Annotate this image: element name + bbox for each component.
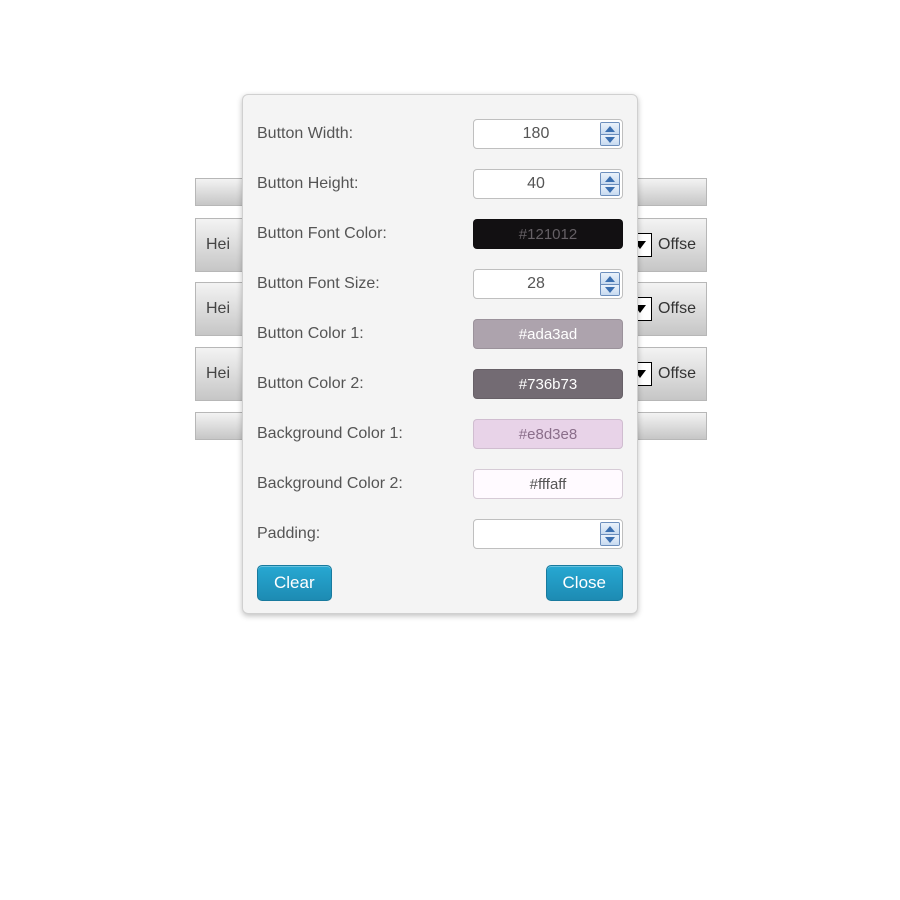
button-color-1-swatch[interactable]: #ada3ad	[473, 319, 623, 349]
spinner-down-icon[interactable]	[601, 284, 619, 295]
background-color-1-label: Background Color 1:	[257, 425, 473, 443]
settings-panel: Button Width: Button Height: Button Font	[242, 94, 638, 614]
spinner-up-icon[interactable]	[601, 123, 619, 134]
background-row-offset-label: Offse	[658, 236, 696, 254]
button-font-size-label: Button Font Size:	[257, 275, 473, 293]
button-height-label: Button Height:	[257, 175, 473, 193]
button-color-2-label: Button Color 2:	[257, 375, 473, 393]
padding-spinner[interactable]	[600, 522, 620, 546]
background-row-offset-label: Offse	[658, 365, 696, 383]
button-font-color-label: Button Font Color:	[257, 225, 473, 243]
button-font-size-spinner[interactable]	[600, 272, 620, 296]
spinner-up-icon[interactable]	[601, 273, 619, 284]
button-height-spinner[interactable]	[600, 172, 620, 196]
clear-button[interactable]: Clear	[257, 565, 332, 601]
spinner-down-icon[interactable]	[601, 184, 619, 195]
spinner-up-icon[interactable]	[601, 523, 619, 534]
button-color-1-label: Button Color 1:	[257, 325, 473, 343]
background-color-1-swatch[interactable]: #e8d3e8	[473, 419, 623, 449]
button-color-2-swatch[interactable]: #736b73	[473, 369, 623, 399]
button-width-label: Button Width:	[257, 125, 473, 143]
button-font-color-swatch[interactable]: #121012	[473, 219, 623, 249]
spinner-down-icon[interactable]	[601, 134, 619, 145]
background-color-2-label: Background Color 2:	[257, 475, 473, 493]
background-row-offset-label: Offse	[658, 300, 696, 318]
spinner-up-icon[interactable]	[601, 173, 619, 184]
padding-label: Padding:	[257, 525, 473, 543]
background-row-label: Hei	[206, 300, 230, 318]
background-row-label: Hei	[206, 236, 230, 254]
spinner-down-icon[interactable]	[601, 534, 619, 545]
background-row-label: Hei	[206, 365, 230, 383]
background-color-2-swatch[interactable]: #fffaff	[473, 469, 623, 499]
button-width-spinner[interactable]	[600, 122, 620, 146]
close-button[interactable]: Close	[546, 565, 623, 601]
